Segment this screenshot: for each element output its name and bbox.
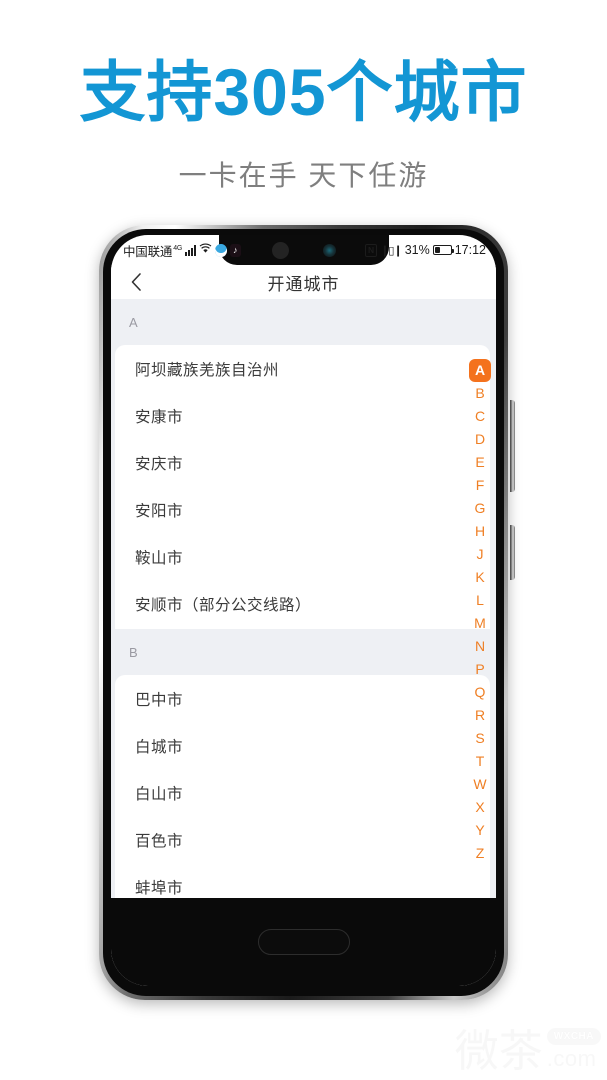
watermark: 微茶 WXCHA .com bbox=[454, 1026, 601, 1078]
list-item[interactable]: 巴中市 bbox=[115, 675, 490, 722]
list-item[interactable]: 安康市 bbox=[115, 392, 490, 439]
city-card-b: 巴中市 白城市 白山市 百色市 蚌埠市 bbox=[115, 675, 490, 898]
index-letter-r[interactable]: R bbox=[469, 704, 491, 727]
index-letter-s[interactable]: S bbox=[469, 727, 491, 750]
wifi-icon bbox=[199, 243, 212, 257]
watermark-cn-text: 微茶 bbox=[454, 1026, 543, 1078]
back-chevron-icon[interactable] bbox=[125, 271, 147, 293]
home-button[interactable] bbox=[257, 929, 350, 955]
index-letter-d[interactable]: D bbox=[469, 428, 491, 451]
phone-bottom-chin bbox=[111, 898, 496, 986]
index-letter-k[interactable]: K bbox=[469, 566, 491, 589]
index-letter-n[interactable]: N bbox=[469, 635, 491, 658]
status-bar-left: 中国联通4G ♪ bbox=[123, 241, 241, 260]
vibrate-icon: ❙▯❙ bbox=[380, 244, 402, 257]
index-letter-f[interactable]: F bbox=[469, 474, 491, 497]
list-item[interactable]: 安阳市 bbox=[115, 486, 490, 533]
volume-button[interactable] bbox=[510, 400, 515, 492]
douyin-app-icon: ♪ bbox=[229, 243, 241, 257]
list-item[interactable]: 百色市 bbox=[115, 816, 490, 863]
screen-title: 开通城市 bbox=[267, 274, 340, 294]
list-item[interactable]: 阿坝藏族羌族自治州 bbox=[115, 345, 490, 392]
index-letter-e[interactable]: E bbox=[469, 451, 491, 474]
page-title: 支持305个城市 bbox=[79, 55, 528, 129]
carrier-label: 中国联通4G bbox=[123, 244, 183, 259]
watermark-domain: .com bbox=[546, 1046, 597, 1071]
city-card-a: 阿坝藏族羌族自治州 安康市 安庆市 安阳市 鞍山市 安顺市（部分公交线路） bbox=[115, 345, 490, 629]
signal-bars-icon bbox=[185, 244, 197, 256]
index-letter-l[interactable]: L bbox=[469, 589, 491, 612]
section-header-a: A bbox=[111, 299, 496, 345]
section-header-b: B bbox=[111, 629, 496, 675]
status-bar-right: N ❙▯❙ 31% 17:12 bbox=[365, 243, 486, 257]
app-navigation-bar: 开通城市 bbox=[111, 265, 496, 299]
promo-page: 支持305个城市 一卡在手 天下任游 中国联通4G ♪ N ❙▯❙ 31% 17… bbox=[0, 0, 607, 1080]
list-item[interactable]: 蚌埠市 bbox=[115, 863, 490, 898]
index-letter-c[interactable]: C bbox=[469, 405, 491, 428]
index-letter-j[interactable]: J bbox=[469, 543, 491, 566]
index-letter-m[interactable]: M bbox=[469, 612, 491, 635]
clock-label: 17:12 bbox=[454, 243, 486, 257]
status-bar: 中国联通4G ♪ N ❙▯❙ 31% 17:12 bbox=[111, 235, 496, 265]
blue-circle-app-icon bbox=[215, 243, 227, 257]
battery-icon bbox=[432, 245, 455, 255]
list-item[interactable]: 鞍山市 bbox=[115, 533, 490, 580]
index-letter-x[interactable]: X bbox=[469, 796, 491, 819]
alphabet-index-bar[interactable]: ABCDEFGHJKLMNPQRSTWXYZ bbox=[467, 359, 493, 865]
nfc-icon: N bbox=[365, 243, 378, 257]
list-item[interactable]: 白山市 bbox=[115, 769, 490, 816]
list-item[interactable]: 安庆市 bbox=[115, 439, 490, 486]
watermark-badge: WXCHA bbox=[546, 1028, 601, 1045]
list-item[interactable]: 白城市 bbox=[115, 722, 490, 769]
index-letter-z[interactable]: Z bbox=[469, 842, 491, 865]
phone-screen: 中国联通4G ♪ N ❙▯❙ 31% 17:12 开通城市 A 阿坝藏族羌族自治… bbox=[111, 235, 496, 986]
index-letter-y[interactable]: Y bbox=[469, 819, 491, 842]
watermark-right: WXCHA .com bbox=[546, 1028, 601, 1072]
list-item[interactable]: 安顺市（部分公交线路） bbox=[115, 580, 490, 627]
phone-bezel: 中国联通4G ♪ N ❙▯❙ 31% 17:12 开通城市 A 阿坝藏族羌族自治… bbox=[103, 229, 504, 996]
index-letter-g[interactable]: G bbox=[469, 497, 491, 520]
index-letter-w[interactable]: W bbox=[469, 773, 491, 796]
index-letter-q[interactable]: Q bbox=[469, 681, 491, 704]
power-button[interactable] bbox=[510, 525, 515, 580]
index-letter-t[interactable]: T bbox=[469, 750, 491, 773]
page-subtitle: 一卡在手 天下任游 bbox=[178, 160, 429, 191]
index-letter-b[interactable]: B bbox=[469, 382, 491, 405]
phone-device-frame: 中国联通4G ♪ N ❙▯❙ 31% 17:12 开通城市 A 阿坝藏族羌族自治… bbox=[99, 225, 515, 1000]
index-letter-h[interactable]: H bbox=[469, 520, 491, 543]
index-letter-p[interactable]: P bbox=[469, 658, 491, 681]
index-letter-a[interactable]: A bbox=[469, 359, 491, 382]
city-list-scroll-area[interactable]: A 阿坝藏族羌族自治州 安康市 安庆市 安阳市 鞍山市 安顺市（部分公交线路） … bbox=[111, 299, 496, 898]
battery-percent-label: 31% bbox=[404, 243, 430, 257]
